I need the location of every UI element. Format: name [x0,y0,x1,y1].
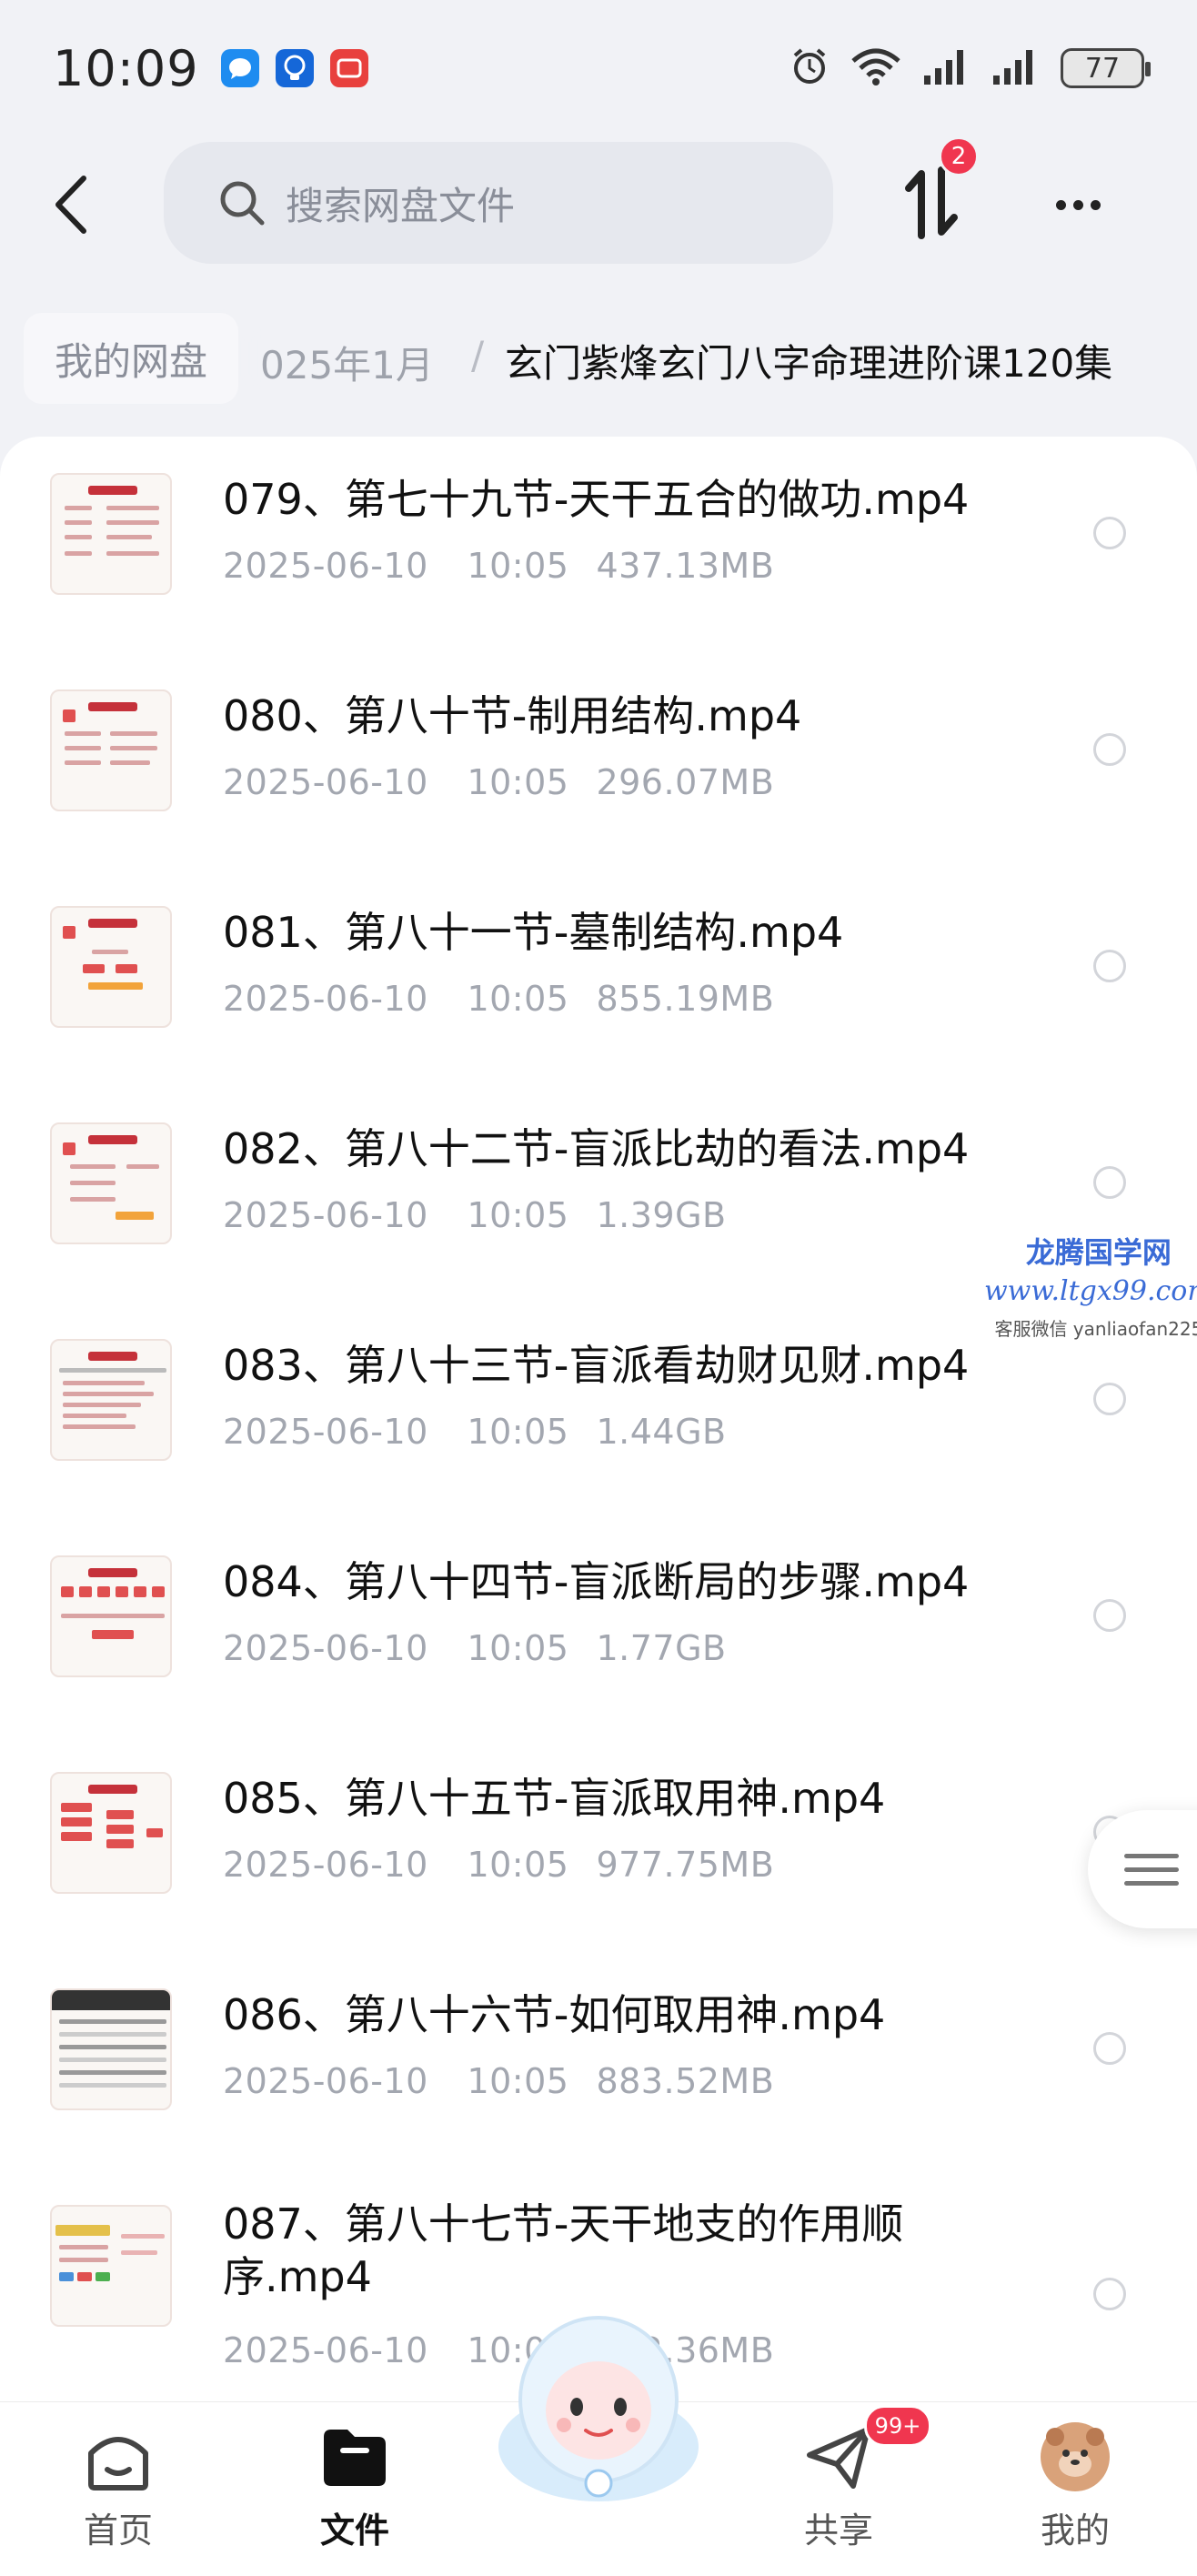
list-item[interactable]: 079、第七十九节-天干五合的做功.mp4 2025-06-10 10:05 43… [0,437,1197,653]
header: 搜索网盘文件 [0,136,1197,268]
file-name: 086、第八十六节-如何取用神.mp4 [223,1990,886,2039]
video-thumbnail [50,1339,172,1461]
menu-line-icon [1124,1867,1179,1872]
search-input[interactable]: 搜索网盘文件 [164,142,833,264]
battery-indicator: 77 [1061,48,1151,88]
more-dot-icon [1072,199,1083,210]
file-name: 079、第七十九节-天干五合的做功.mp4 [223,475,970,524]
video-thumbnail [50,1555,172,1677]
watermark-url: www.ltgx99.com [984,1275,1197,1307]
breadcrumb-separator: / [471,333,485,377]
menu-line-icon [1124,1880,1179,1886]
search-placeholder: 搜索网盘文件 [286,183,516,228]
signal-icon-2 [991,46,1041,90]
tab-share-label: 共享 [803,2511,873,2551]
more-button[interactable] [1041,173,1114,236]
status-app-icons [220,49,368,87]
signal-icon [922,46,971,90]
more-dot-icon [1090,199,1101,210]
transfer-arrows-icon [905,166,958,239]
file-name: 082、第八十二节-盲派比劫的看法.mp4 [223,1124,970,1173]
file-list: 079、第七十九节-天干五合的做功.mp4 2025-06-10 10:05 43… [0,437,1197,2401]
file-meta: 2025-06-10 10:05 855.19MB [223,979,775,1019]
file-meta: 2025-06-10 10:05 296.07MB [223,762,775,802]
file-name: 080、第八十节-制用结构.mp4 [223,691,802,740]
watermark-title: 龙腾国学网 [1025,1235,1172,1270]
chat-app-icon [220,49,259,87]
list-item[interactable]: 080、第八十节-制用结构.mp4 2025-06-10 10:05 296.07… [0,653,1197,870]
list-item[interactable]: 081、第八十一节-墓制结构.mp4 2025-06-10 10:05 855.1… [0,870,1197,1086]
breadcrumb-item-month[interactable]: 025年1月 [260,335,434,390]
watermark: 龙腾国学网 www.ltgx99.com 客服微信 yanliaofan225 [984,1230,1197,1341]
video-thumbnail [50,1988,172,2110]
video-thumbnail [50,1122,172,1244]
file-meta: 2025-06-10 10:05 883.52MB [223,2061,775,2101]
select-checkbox[interactable] [1093,2032,1126,2065]
file-name: 084、第八十四节-盲派断局的步骤.mp4 [223,1557,970,1606]
file-meta: 2025-06-10 10:05 437.13MB [223,546,775,586]
wifi-icon [850,46,902,90]
breadcrumb-item-root[interactable]: 我的网盘 [24,313,239,404]
menu-line-icon [1124,1853,1179,1858]
watermark-contact: 客服微信 yanliaofan225 [994,1318,1197,1340]
search-icon [220,181,265,226]
status-indicators: 77 [790,46,1151,90]
lightbulb-app-icon [275,49,314,87]
transfer-badge: 2 [939,136,979,176]
file-name: 083、第八十三节-盲派看劫财见财.mp4 [223,1341,970,1390]
file-meta: 2025-06-10 10:05 1.44GB [223,1412,727,1452]
file-name: 081、第八十一节-墓制结构.mp4 [223,908,844,957]
list-item[interactable]: 085、第八十五节-盲派取用神.mp4 2025-06-10 10:05 977.… [0,1736,1197,1952]
alarm-icon [790,46,830,90]
file-meta: 2025-06-10 10:05 977.75MB [223,1845,775,1885]
breadcrumb: 025年1月 / 玄门紫烽玄门八字命理进阶课120集 我的网盘 [0,309,1197,409]
share-badge: 99+ [864,2405,931,2447]
breadcrumb-current-folder: 玄门紫烽玄门八字命理进阶课120集 [505,341,1113,386]
status-time: 10:09 [53,39,199,97]
folder-icon [318,2420,391,2493]
select-checkbox[interactable] [1093,733,1126,766]
avatar [1039,2420,1112,2493]
status-bar: 10:09 77 [0,0,1197,136]
list-item[interactable]: 086、第八十六节-如何取用神.mp4 2025-06-10 10:05 883.… [0,1952,1197,2168]
file-meta: 2025-06-10 10:05 1.77GB [223,1628,727,1668]
select-checkbox[interactable] [1093,2278,1126,2310]
tab-home[interactable]: 首页 [45,2420,191,2566]
tab-mine-label: 我的 [1040,2511,1110,2551]
select-checkbox[interactable] [1093,517,1126,549]
tab-files-label: 文件 [319,2511,389,2551]
video-app-icon [329,49,368,87]
video-thumbnail [50,473,172,595]
video-thumbnail [50,906,172,1028]
chevron-left-icon [55,176,86,234]
video-thumbnail [50,1772,172,1894]
tab-mine[interactable]: 我的 [1002,2420,1148,2566]
file-meta: 2025-06-10 10:05 1.39GB [223,1195,727,1235]
video-thumbnail [50,2205,172,2327]
mascot-icon [498,2316,699,2501]
tab-home-label: 首页 [83,2511,153,2551]
home-icon [82,2420,155,2493]
file-name: 085、第八十五节-盲派取用神.mp4 [223,1774,886,1823]
list-item[interactable]: 084、第八十四节-盲派断局的步骤.mp4 2025-06-10 10:05 1.… [0,1519,1197,1736]
assistant-mascot-button[interactable] [482,2292,715,2511]
floating-menu-button[interactable] [1088,1810,1197,1928]
back-button[interactable] [38,173,102,236]
video-thumbnail [50,689,172,811]
select-checkbox[interactable] [1093,1166,1126,1199]
more-dot-icon [1055,199,1066,210]
select-checkbox[interactable] [1093,1599,1126,1632]
select-checkbox[interactable] [1093,950,1126,982]
file-name: 087、第八十七节-天干地支的作用顺序.mp4 [223,2199,904,2301]
select-checkbox[interactable] [1093,1383,1126,1415]
tab-files[interactable]: 文件 [282,2420,428,2566]
